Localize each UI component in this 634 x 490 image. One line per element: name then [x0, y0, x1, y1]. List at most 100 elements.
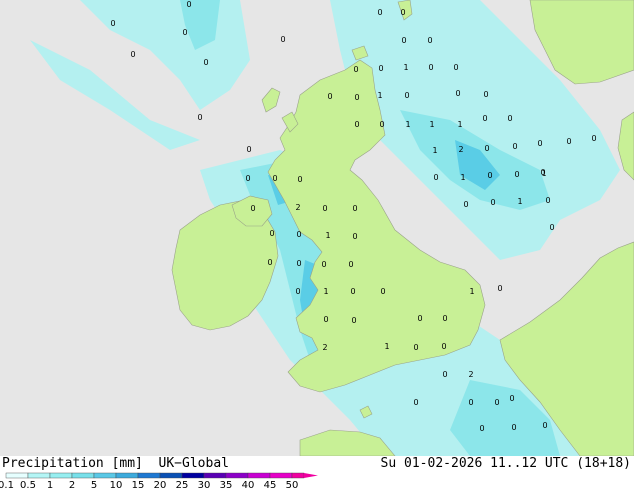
precip-value-label: 0	[297, 175, 302, 184]
precip-value-label: 0	[479, 424, 484, 433]
precip-value-label: 0	[377, 8, 382, 17]
precip-value-label: 0	[110, 19, 115, 28]
precip-value-label: 0	[323, 315, 328, 324]
precip-value-label: 1	[325, 231, 330, 240]
legend-swatch	[159, 472, 183, 479]
precip-value-label: 0	[351, 316, 356, 325]
legend-swatch	[71, 472, 95, 479]
legend-tick-label: 50	[286, 480, 299, 490]
precip-value-label: 0	[566, 137, 571, 146]
precip-value-label: 0	[511, 423, 516, 432]
precip-value-label: 1	[541, 169, 546, 178]
precip-value-label: 0	[186, 0, 191, 9]
precip-value-label: 0	[507, 114, 512, 123]
legend-swatch	[115, 472, 139, 479]
legend-swatch	[247, 472, 271, 479]
legend-swatch	[203, 472, 227, 479]
precip-value-label: 0	[401, 36, 406, 45]
precip-value-label: 0	[295, 287, 300, 296]
legend-tick-label: 20	[154, 480, 167, 490]
precip-value-label: 0	[380, 287, 385, 296]
legend-overflow-arrow	[304, 473, 318, 478]
precip-value-label: 2	[295, 203, 300, 212]
legend-tick-label: 25	[176, 480, 189, 490]
precip-value-label: 0	[378, 64, 383, 73]
precip-value-label: 0	[442, 314, 447, 323]
precip-value-label: 0	[348, 260, 353, 269]
precip-value-label: 0	[413, 398, 418, 407]
precip-value-label: 1	[517, 197, 522, 206]
precip-value-label: 0	[482, 114, 487, 123]
legend-tick-label: 0.5	[20, 480, 36, 490]
precip-value-label: 0	[350, 287, 355, 296]
legend-tick-label: 2	[69, 480, 75, 490]
precip-value-label: 0	[417, 314, 422, 323]
legend-swatch	[269, 472, 293, 479]
precip-value-label: 0	[245, 174, 250, 183]
legend-tick-label: 1	[47, 480, 53, 490]
legend-tick-label: 15	[132, 480, 145, 490]
precip-value-label: 1	[469, 287, 474, 296]
precip-value-label: 0	[354, 120, 359, 129]
legend-swatch	[27, 472, 51, 479]
precip-value-label: 0	[483, 90, 488, 99]
precip-value-label: 0	[354, 93, 359, 102]
precip-value-label: 0	[203, 58, 208, 67]
map-footer: Precipitation [mm] UK−Global Su 01-02-20…	[0, 456, 634, 490]
precip-value-label: 1	[457, 120, 462, 129]
precip-value-label: 0	[433, 173, 438, 182]
legend-swatch	[5, 472, 29, 479]
precip-value-label: 0	[182, 28, 187, 37]
precip-value-label: 0	[542, 421, 547, 430]
product-label: Precipitation [mm] UK−Global	[2, 456, 229, 471]
precip-value-label: 0	[428, 63, 433, 72]
precip-value-label: 0	[453, 63, 458, 72]
precip-value-label: 0	[352, 232, 357, 241]
precip-value-label: 0	[246, 145, 251, 154]
precip-value-label: 1	[384, 342, 389, 351]
precip-value-label: 0	[463, 200, 468, 209]
precip-value-label: 0	[537, 139, 542, 148]
precip-value-label: 0	[549, 223, 554, 232]
precip-value-label: 0	[352, 204, 357, 213]
precip-value-label: 0	[197, 113, 202, 122]
color-scale-legend: 0.1 0.5 1 2 5 10 15 20 25 30 35 40 45 50	[0, 472, 318, 490]
precip-value-label: 0	[280, 35, 285, 44]
legend-tick-label: 35	[220, 480, 233, 490]
legend-tick-label: 45	[264, 480, 277, 490]
precip-value-label: 0	[400, 8, 405, 17]
precip-value-label: 0	[545, 196, 550, 205]
precip-value-label: 0	[404, 91, 409, 100]
precip-value-label: 0	[296, 259, 301, 268]
precip-value-label: 0	[269, 229, 274, 238]
legend-swatch	[181, 472, 205, 479]
precipitation-map: 0 0 0 0 0 0 0 0 0 0 1 0 0 0 0 0 1 0 0 0 0 0 0 0 0 1 1 1 0 0 0 0 0 1 2 0 0 0 0 0…	[0, 0, 634, 456]
precip-value-label: 1	[432, 146, 437, 155]
precip-value-label: 0	[296, 230, 301, 239]
precip-value-label: 1	[460, 173, 465, 182]
precip-value-label: 1	[405, 120, 410, 129]
precip-value-label: 0	[353, 65, 358, 74]
precip-value-label: 0	[468, 398, 473, 407]
precip-value-label: 0	[514, 170, 519, 179]
datetime-label: Su 01-02-2026 11..12 UTC (18+18)	[380, 456, 631, 471]
precip-value-label: 2	[458, 145, 463, 154]
legend-swatch	[49, 472, 73, 479]
precip-value-label: 1	[377, 91, 382, 100]
precip-value-label: 0	[130, 50, 135, 59]
precip-value-label: 0	[455, 89, 460, 98]
legend-tick-label: 40	[242, 480, 255, 490]
legend-tick-label: 30	[198, 480, 211, 490]
legend-tick-label: 10	[110, 480, 123, 490]
precip-value-label: 0	[427, 36, 432, 45]
precip-value-label: 0	[267, 258, 272, 267]
precip-value-label: 1	[403, 63, 408, 72]
precip-value-label: 0	[322, 204, 327, 213]
precip-value-label: 0	[591, 134, 596, 143]
legend-tick-label: 5	[91, 480, 97, 490]
legend-swatch	[93, 472, 117, 479]
precip-value-label: 0	[321, 260, 326, 269]
precip-value-label: 0	[494, 398, 499, 407]
precip-value-label: 0	[327, 92, 332, 101]
legend-swatch	[137, 472, 161, 479]
